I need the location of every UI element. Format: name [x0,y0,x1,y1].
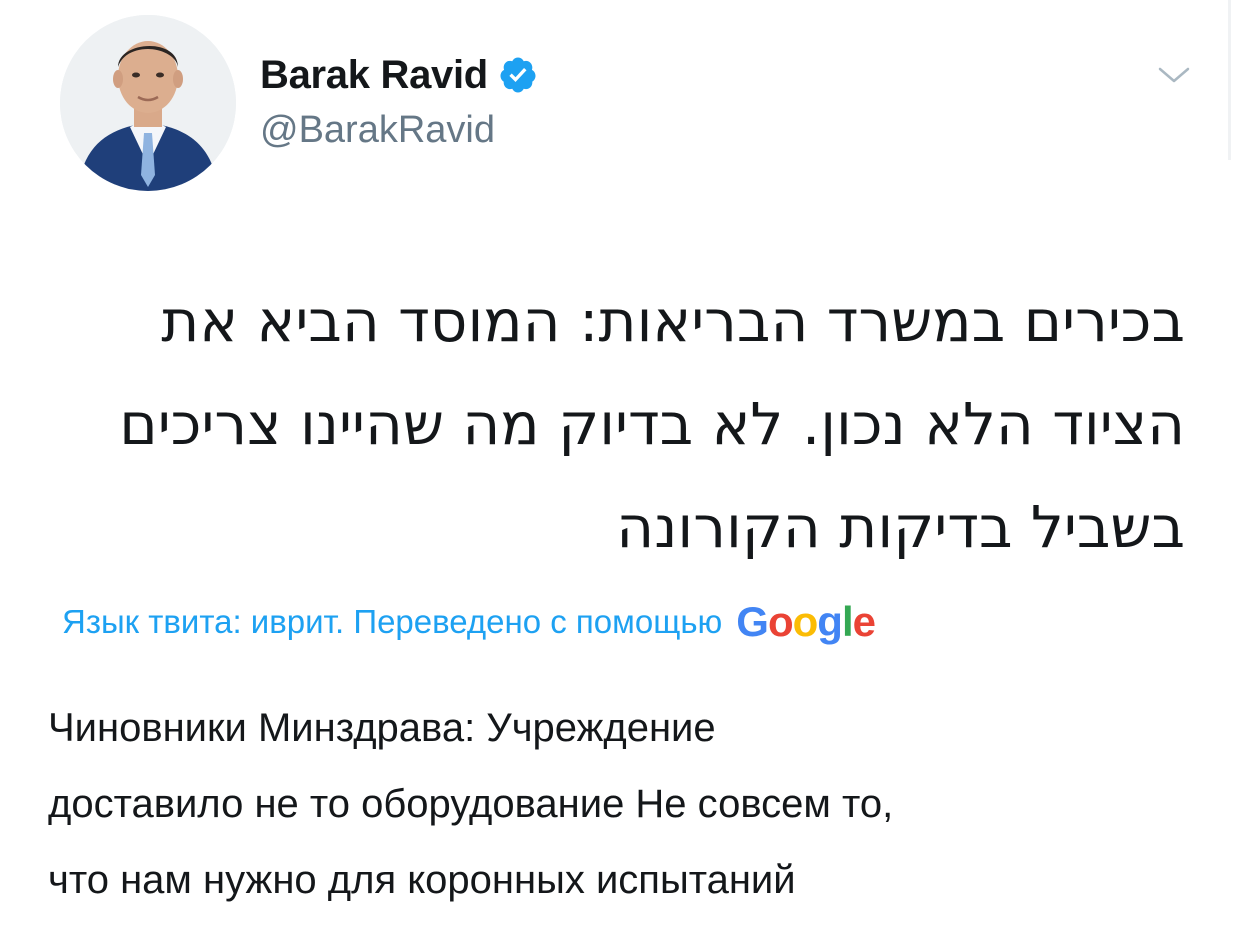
tweet-text: בכירים במשרד הבריאות: המוסד הביא את הציו… [55,270,1185,579]
google-logo: Google [736,598,876,646]
google-logo-letter: o [792,598,819,645]
translated-text-line: доставило не то оборудование Не совсем т… [48,782,894,826]
display-name[interactable]: Barak Ravid [260,53,488,98]
tweet-text-line: בשביל בדיקות הקורונה [616,493,1185,561]
tweet-text-line: הציוד הלא נכון. לא בדיוק מה שהיינו צריכי… [119,390,1185,458]
translated-text-line: Чиновники Минздрава: Учреждение [48,706,716,750]
scroll-edge [1228,0,1231,160]
translate-label[interactable]: Язык твита: иврит. Переведено с помощью [62,603,722,641]
avatar-photo-icon [60,15,236,191]
google-logo-letter: l [841,598,854,645]
tweet-text-line: בכירים במשרד הבריאות: המוסד הביא את [161,287,1185,355]
user-handle[interactable]: @BarakRavid [260,109,538,152]
google-logo-letter: o [767,598,794,645]
google-logo-letter: g [817,598,843,645]
translated-text-line: что нам нужно для коронных испытаний [48,858,796,902]
google-logo-letter: G [736,598,769,645]
user-info: Barak Ravid @BarakRavid [260,47,538,152]
tweet-header: Barak Ravid @BarakRavid [60,15,1200,195]
verified-badge-icon [498,55,538,95]
translate-link[interactable]: Язык твита: иврит. Переведено с помощью … [62,598,876,646]
name-row[interactable]: Barak Ravid [260,47,538,103]
avatar[interactable] [60,15,236,191]
chevron-down-icon[interactable] [1156,63,1192,87]
translated-text: Чиновники Минздрава: Учреждение доставил… [48,690,1198,918]
google-logo-letter: e [852,598,876,645]
